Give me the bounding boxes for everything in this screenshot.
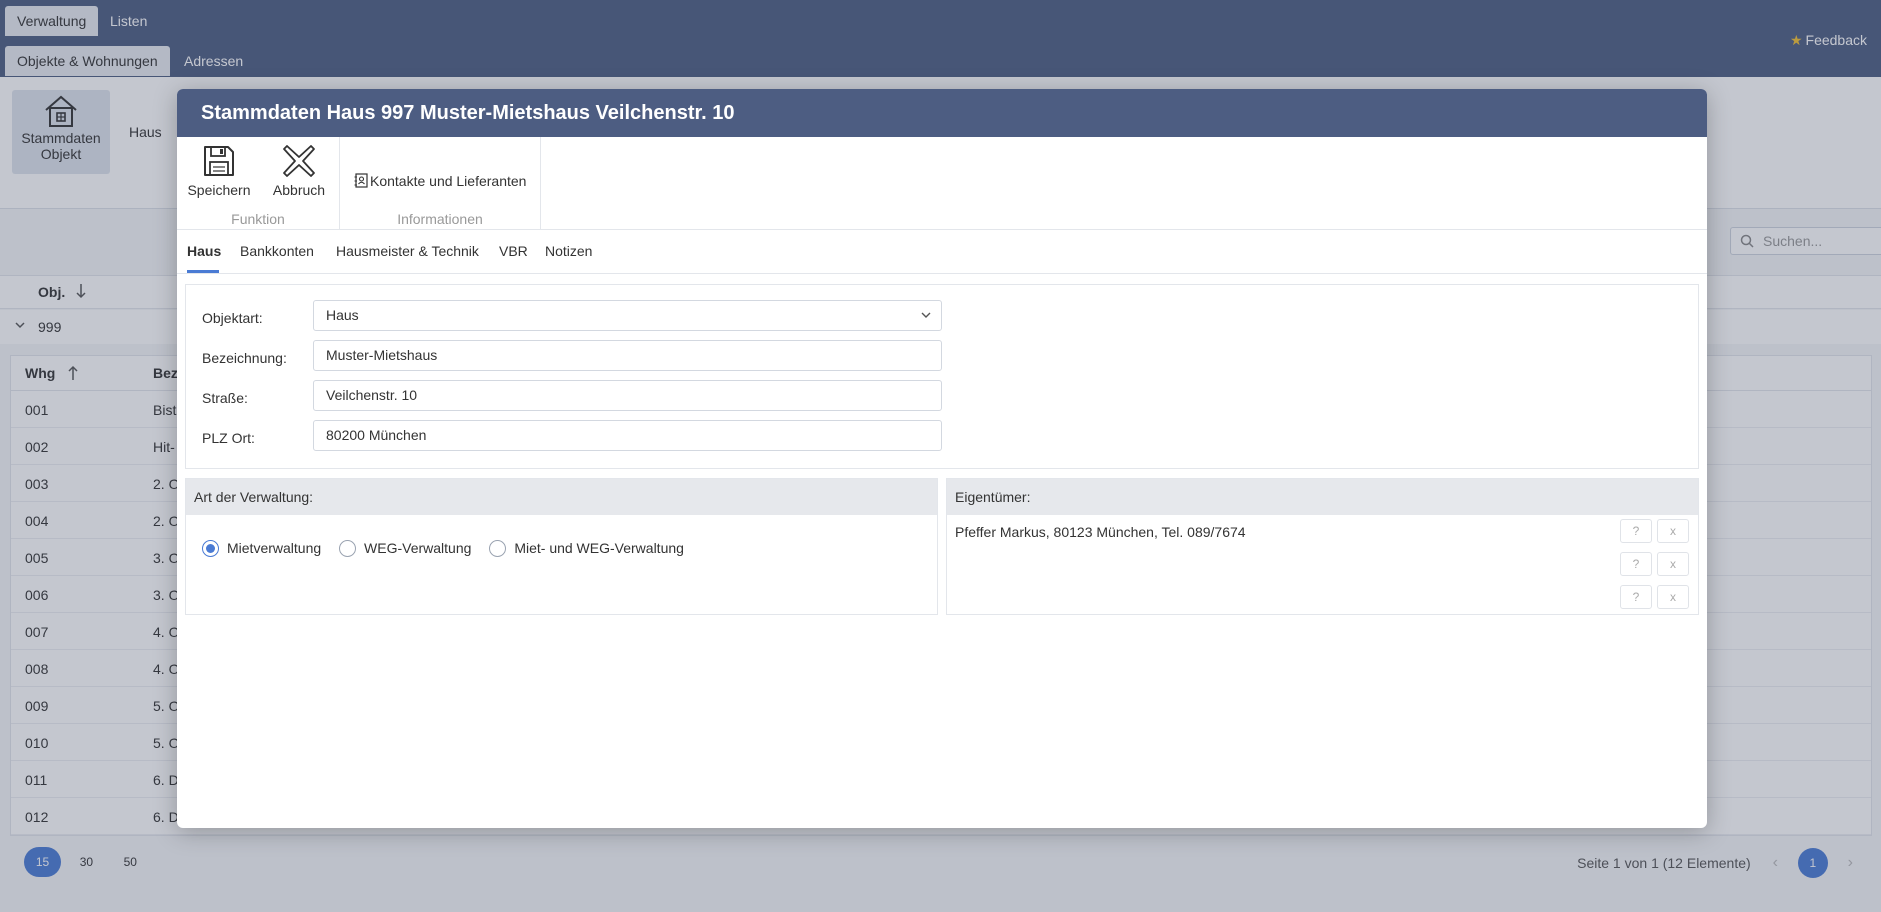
cancel-label: Abbruch (272, 182, 326, 198)
plz-ort-label: PLZ Ort: (202, 430, 255, 446)
objektart-select[interactable]: Haus (313, 300, 942, 331)
group-informationen-label: Informationen (397, 211, 483, 227)
stammdaten-dialog: Stammdaten Haus 997 Muster-Mietshaus Vei… (177, 89, 1707, 828)
cancel-button[interactable]: Abbruch (268, 143, 330, 198)
strasse-value: Veilchenstr. 10 (326, 387, 418, 403)
bezeichnung-value: Muster-Mietshaus (326, 347, 438, 363)
owner-help-button-1[interactable]: ? (1620, 519, 1652, 543)
mietverwaltung-label[interactable]: Mietverwaltung (227, 540, 321, 556)
verwaltung-panel: Art der Verwaltung: Mietverwaltung WEG-V… (185, 478, 938, 615)
objektart-label: Objektart: (202, 310, 263, 326)
group-funktion-label: Funktion (231, 211, 285, 227)
strasse-label: Straße: (202, 390, 248, 406)
contacts-label: Kontakte und Lieferanten (370, 173, 527, 189)
plz-ort-value: 80200 München (326, 427, 427, 443)
dialog-tabs: Haus Bankkonten Hausmeister & Technik VB… (177, 230, 1707, 274)
weg-verwaltung-label[interactable]: WEG-Verwaltung (364, 540, 471, 556)
tab-haus[interactable]: Haus (187, 243, 221, 259)
active-tab-indicator (187, 270, 219, 273)
tab-notizen[interactable]: Notizen (545, 243, 592, 259)
owner-entry: Pfeffer Markus, 80123 München, Tel. 089/… (955, 524, 1246, 540)
group-funktion: Speichern Abbruch Funktion (177, 137, 340, 230)
contacts-suppliers-button[interactable]: Kontakte und Lieferanten (354, 173, 526, 189)
floppy-disk-icon (204, 146, 234, 176)
save-label: Speichern (187, 182, 251, 198)
owner-help-button-3[interactable]: ? (1620, 585, 1652, 609)
objektart-value: Haus (326, 307, 359, 323)
owner-remove-button-1[interactable]: x (1657, 519, 1689, 543)
mietverwaltung-radio[interactable] (202, 540, 219, 557)
strasse-field[interactable]: Veilchenstr. 10 (313, 380, 942, 411)
verwaltung-header: Art der Verwaltung: (186, 479, 937, 515)
owner-help-button-2[interactable]: ? (1620, 552, 1652, 576)
dialog-ribbon: Speichern Abbruch Funktion Kontakte und … (177, 137, 1707, 230)
tab-bankkonten[interactable]: Bankkonten (240, 243, 314, 259)
save-button[interactable]: Speichern (187, 143, 251, 198)
chevron-down-icon (921, 312, 931, 318)
tab-hausmeister-technik[interactable]: Hausmeister & Technik (336, 243, 479, 259)
miet-weg-verwaltung-label[interactable]: Miet- und WEG-Verwaltung (514, 540, 684, 556)
owner-remove-button-2[interactable]: x (1657, 552, 1689, 576)
plz-ort-field[interactable]: 80200 München (313, 420, 942, 451)
contact-book-icon (354, 173, 368, 188)
haus-form-panel: Objektart: Haus Bezeichnung: Muster-Miet… (185, 284, 1699, 469)
owner-remove-button-3[interactable]: x (1657, 585, 1689, 609)
tab-vbr[interactable]: VBR (499, 243, 528, 259)
miet-weg-verwaltung-radio[interactable] (489, 540, 507, 557)
bezeichnung-label: Bezeichnung: (202, 350, 287, 366)
group-informationen: Kontakte und Lieferanten Informationen (340, 137, 541, 230)
dialog-title: Stammdaten Haus 997 Muster-Mietshaus Vei… (177, 89, 1707, 137)
eigentuemer-panel: Eigentümer: Pfeffer Markus, 80123 Münche… (946, 478, 1699, 615)
verwaltung-radio-group: Mietverwaltung WEG-Verwaltung Miet- und … (202, 540, 698, 557)
weg-verwaltung-radio[interactable] (339, 540, 357, 557)
eigentuemer-header: Eigentümer: (947, 479, 1698, 515)
close-icon (283, 145, 315, 177)
bezeichnung-field[interactable]: Muster-Mietshaus (313, 340, 942, 371)
